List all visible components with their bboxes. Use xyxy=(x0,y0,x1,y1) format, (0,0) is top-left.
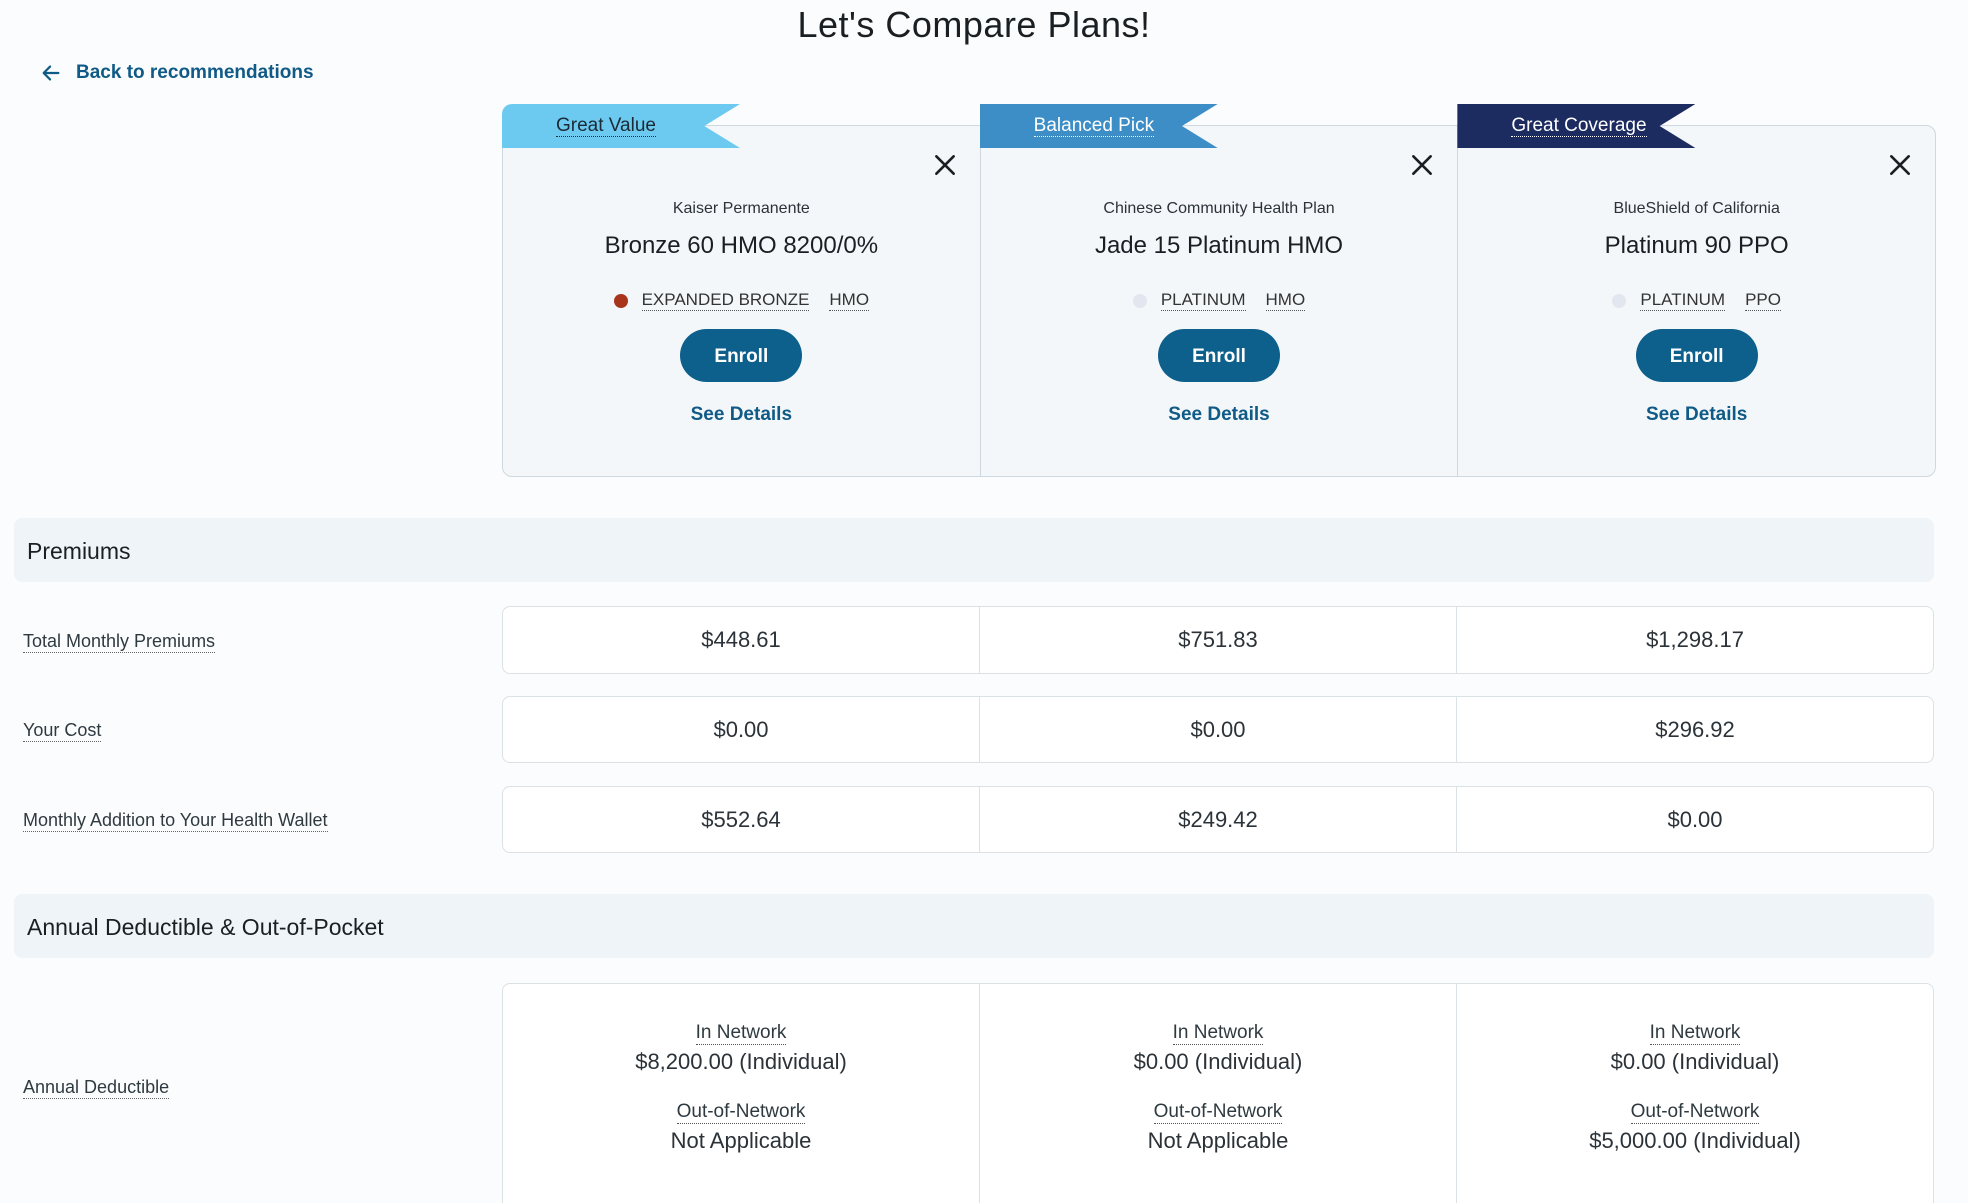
metal-tier-tag[interactable]: PLATINUM xyxy=(1160,290,1246,311)
enroll-button[interactable]: Enroll xyxy=(680,329,803,382)
metal-tier-tag[interactable]: PLATINUM xyxy=(1640,290,1726,311)
section-header-premiums: Premiums xyxy=(14,518,1934,582)
network-type-tag[interactable]: HMO xyxy=(1265,290,1306,311)
out-network-value: Not Applicable xyxy=(670,1128,812,1153)
ribbon-label[interactable]: Great Value xyxy=(556,115,656,137)
in-network-value: $8,200.00 (Individual) xyxy=(635,1049,847,1074)
see-details-link[interactable]: See Details xyxy=(503,404,980,426)
network-type-tag[interactable]: HMO xyxy=(829,290,870,311)
value-cell: $552.64 xyxy=(701,806,781,832)
plan-name: Jade 15 Platinum HMO xyxy=(1094,232,1344,259)
metal-tier-tag[interactable]: EXPANDED BRONZE xyxy=(641,290,810,311)
plan-tags: EXPANDED BRONZE HMO xyxy=(503,290,980,311)
in-network-value: $0.00 (Individual) xyxy=(1133,1049,1303,1074)
carrier-name: Kaiser Permanente xyxy=(672,200,810,217)
value-cell: $0.00 xyxy=(713,716,769,742)
deductible-cell: In Network $8,200.00 (Individual) Out-of… xyxy=(503,984,979,1203)
network-type-tag[interactable]: PPO xyxy=(1745,290,1781,311)
plan-card: Great Coverage BlueShield of California … xyxy=(1457,104,1935,476)
plan-name: Platinum 90 PPO xyxy=(1604,232,1789,259)
out-network-label[interactable]: Out-of-Network xyxy=(1630,1101,1760,1124)
deductible-cell: In Network $0.00 (Individual) Out-of-Net… xyxy=(1456,984,1933,1203)
row-total-monthly-premiums: $448.61 $751.83 $1,298.17 xyxy=(502,606,1934,674)
value-cell: $751.83 xyxy=(979,607,1456,673)
plan-cards: Great Value Kaiser Permanente Bronze 60 … xyxy=(502,104,1936,477)
row-label-total-monthly-premiums[interactable]: Total Monthly Premiums xyxy=(23,630,216,653)
ribbon-label[interactable]: Great Coverage xyxy=(1511,115,1647,137)
row-health-wallet: $552.64 $249.42 $0.00 xyxy=(502,786,1934,853)
see-details-link[interactable]: See Details xyxy=(981,404,1458,426)
plan-card: Great Value Kaiser Permanente Bronze 60 … xyxy=(502,104,980,476)
out-network-label[interactable]: Out-of-Network xyxy=(676,1101,806,1124)
plan-ribbon: Great Coverage xyxy=(1457,104,1696,148)
in-network-label[interactable]: In Network xyxy=(1172,1022,1264,1045)
enroll-button[interactable]: Enroll xyxy=(1635,329,1758,382)
plan-ribbon: Great Value xyxy=(502,104,740,148)
arrow-left-icon xyxy=(42,65,60,81)
in-network-value: $0.00 (Individual) xyxy=(1610,1049,1780,1074)
out-network-value: $5,000.00 (Individual) xyxy=(1589,1128,1801,1153)
row-label-annual-deductible[interactable]: Annual Deductible xyxy=(23,1076,170,1099)
back-to-recommendations-link[interactable]: Back to recommendations xyxy=(40,62,314,84)
metal-dot-icon xyxy=(613,293,628,308)
value-cell: $296.92 xyxy=(1456,697,1933,762)
plan-tags: PLATINUM HMO xyxy=(981,290,1458,311)
in-network-label[interactable]: In Network xyxy=(1649,1022,1741,1045)
plan-tags: PLATINUM PPO xyxy=(1458,290,1935,311)
carrier-name: Chinese Community Health Plan xyxy=(1103,200,1335,217)
deductible-cell: In Network $0.00 (Individual) Out-of-Net… xyxy=(979,984,1456,1203)
out-network-value: Not Applicable xyxy=(1147,1128,1289,1153)
metal-dot-icon xyxy=(1612,293,1627,308)
page-title: Let's Compare Plans! xyxy=(797,4,1151,45)
plan-name: Bronze 60 HMO 8200/0% xyxy=(604,232,879,259)
close-icon[interactable] xyxy=(932,152,958,178)
carrier-name: BlueShield of California xyxy=(1613,200,1780,217)
row-label-health-wallet[interactable]: Monthly Addition to Your Health Wallet xyxy=(23,809,328,832)
value-cell: $1,298.17 xyxy=(1456,607,1933,673)
enroll-button[interactable]: Enroll xyxy=(1158,329,1280,382)
out-network-label[interactable]: Out-of-Network xyxy=(1153,1101,1283,1124)
value-cell: $0.00 xyxy=(1456,787,1933,852)
metal-dot-icon xyxy=(1132,293,1147,308)
ribbon-label[interactable]: Balanced Pick xyxy=(1033,115,1155,137)
value-cell: $448.61 xyxy=(701,627,781,652)
plan-ribbon: Balanced Pick xyxy=(979,104,1218,148)
back-link-label: Back to recommendations xyxy=(76,62,314,83)
row-your-cost: $0.00 $0.00 $296.92 xyxy=(502,696,1934,763)
close-icon[interactable] xyxy=(1887,152,1913,178)
value-cell: $0.00 xyxy=(979,697,1456,762)
row-annual-deductible: In Network $8,200.00 (Individual) Out-of… xyxy=(502,983,1934,1203)
close-icon[interactable] xyxy=(1409,152,1435,178)
see-details-link[interactable]: See Details xyxy=(1458,404,1935,426)
row-label-your-cost[interactable]: Your Cost xyxy=(23,719,102,742)
value-cell: $249.42 xyxy=(979,787,1456,852)
section-header-deductible: Annual Deductible & Out-of-Pocket xyxy=(14,894,1934,958)
plan-card: Balanced Pick Chinese Community Health P… xyxy=(979,104,1458,476)
in-network-label[interactable]: In Network xyxy=(695,1022,787,1045)
